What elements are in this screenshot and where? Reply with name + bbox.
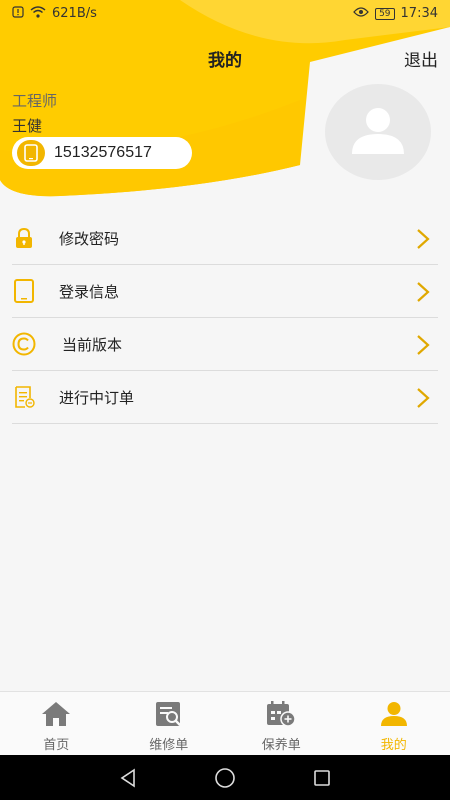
home-circle-icon [215, 767, 235, 788]
settings-menu: 修改密码 登录信息 当前版本 进行中订单 [12, 212, 438, 424]
tab-maintenance-orders[interactable]: 保养单 [225, 692, 338, 755]
battery-indicator: 59 [375, 7, 395, 20]
tab-label: 我的 [380, 738, 407, 753]
copyright-icon [12, 332, 36, 356]
chevron-right-icon [416, 228, 430, 254]
maintenance-order-icon [266, 701, 296, 731]
chevron-right-icon [416, 387, 430, 413]
alert-icon [12, 5, 24, 22]
menu-item-label: 当前版本 [62, 335, 123, 354]
back-triangle-icon [120, 768, 136, 787]
clock: 17:34 [400, 6, 438, 21]
recents-square-icon [313, 769, 330, 786]
menu-item-label: 登录信息 [59, 282, 120, 301]
phone-icon [17, 140, 45, 166]
avatar[interactable] [325, 84, 431, 180]
menu-item-label: 修改密码 [59, 229, 120, 248]
user-icon [380, 701, 408, 731]
tab-label: 维修单 [149, 738, 189, 753]
logout-button[interactable]: 退出 [404, 45, 438, 77]
tablet-icon [12, 279, 36, 303]
home-icon [41, 701, 71, 731]
menu-item-login-info[interactable]: 登录信息 [12, 265, 438, 318]
lock-icon [12, 226, 36, 250]
eye-icon [353, 6, 369, 21]
tab-home[interactable]: 首页 [0, 692, 113, 755]
user-name: 王健 [12, 117, 43, 135]
menu-item-change-password[interactable]: 修改密码 [12, 212, 438, 265]
status-bar: 621B/s 59 17:34 [0, 0, 450, 27]
phone-number: 15132576517 [54, 144, 152, 161]
chevron-right-icon [416, 334, 430, 360]
user-role: 工程师 [12, 92, 58, 110]
chevron-right-icon [416, 281, 430, 307]
bottom-tab-bar: 首页 维修单 保养单 我的 [0, 691, 450, 755]
system-nav-bar [0, 755, 450, 800]
menu-item-current-version[interactable]: 当前版本 [12, 318, 438, 371]
wifi-icon [30, 5, 46, 22]
home-button[interactable] [205, 758, 245, 798]
network-speed: 621B/s [52, 6, 97, 21]
back-button[interactable] [108, 758, 148, 798]
tab-repair-orders[interactable]: 维修单 [113, 692, 226, 755]
tab-mine[interactable]: 我的 [338, 692, 450, 755]
menu-item-label: 进行中订单 [59, 388, 135, 407]
order-list-icon [12, 385, 36, 409]
phone-badge: 15132576517 [12, 137, 192, 169]
page-title: 我的 [208, 51, 242, 71]
recents-button[interactable] [302, 758, 342, 798]
user-silhouette-icon [352, 108, 404, 154]
title-bar: 我的 退出 [0, 45, 450, 77]
tab-label: 保养单 [261, 738, 301, 753]
menu-item-orders-in-progress[interactable]: 进行中订单 [12, 371, 438, 424]
repair-order-icon [155, 701, 183, 731]
tab-label: 首页 [43, 738, 70, 753]
